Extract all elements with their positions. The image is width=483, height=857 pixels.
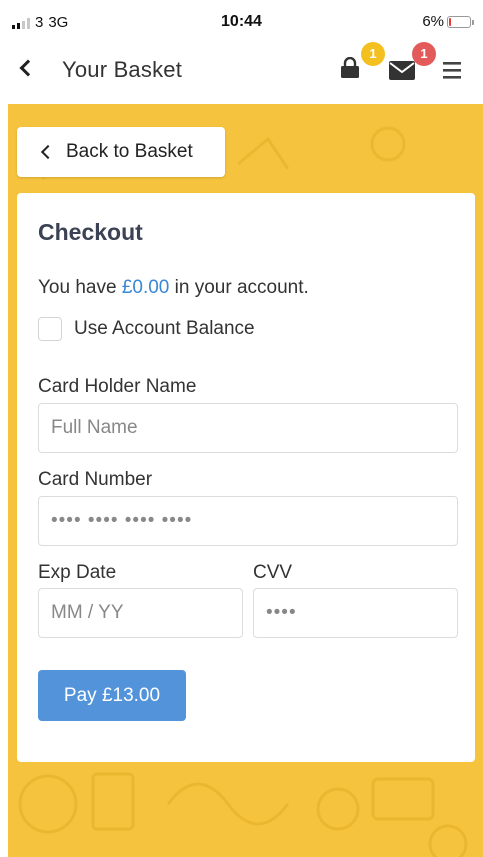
pay-button[interactable]: Pay £13.00 [38, 670, 186, 721]
card-holder-label: Card Holder Name [38, 376, 197, 397]
checkout-title: Checkout [38, 219, 143, 245]
app-header: Your Basket 1 1 [0, 40, 483, 102]
cvv-label: CVV [253, 562, 293, 583]
messages-badge: 1 [412, 42, 436, 66]
menu-icon [443, 62, 461, 79]
exp-date-input[interactable] [38, 588, 243, 638]
battery-percent: 6% [422, 13, 444, 30]
chevron-left-icon[interactable] [19, 59, 37, 77]
messages-button[interactable]: 1 [389, 42, 436, 85]
status-right: 6% [422, 13, 474, 30]
lock-icon [341, 56, 359, 78]
status-time: 10:44 [221, 13, 262, 30]
use-account-balance-checkbox[interactable] [38, 317, 62, 341]
back-to-basket-label: Back to Basket [66, 141, 193, 162]
checkout-card: Checkout You have £0.00 in your account.… [17, 193, 475, 762]
chevron-left-icon [40, 144, 56, 160]
status-bar: 3 3G 10:44 6% [0, 0, 483, 40]
use-account-balance-label: Use Account Balance [74, 318, 255, 339]
envelope-icon [389, 61, 415, 80]
card-holder-name-input[interactable] [38, 403, 458, 453]
balance-suffix: in your account. [174, 277, 309, 298]
basket-button[interactable]: 1 [340, 42, 385, 84]
back-to-basket-button[interactable]: Back to Basket [17, 127, 225, 177]
card-number-input[interactable] [38, 496, 458, 546]
balance-amount: £0.00 [121, 277, 170, 298]
account-balance-text: You have £0.00 in your account. [38, 277, 309, 299]
balance-prefix: You have [38, 277, 117, 298]
exp-date-label: Exp Date [38, 562, 117, 583]
menu-button[interactable] [443, 62, 461, 84]
basket-badge: 1 [361, 42, 385, 66]
cvv-input[interactable] [253, 588, 458, 638]
page-title: Your Basket [62, 57, 183, 82]
use-account-balance-option[interactable]: Use Account Balance [38, 317, 255, 341]
battery-icon [447, 15, 474, 28]
card-number-label: Card Number [38, 469, 153, 490]
